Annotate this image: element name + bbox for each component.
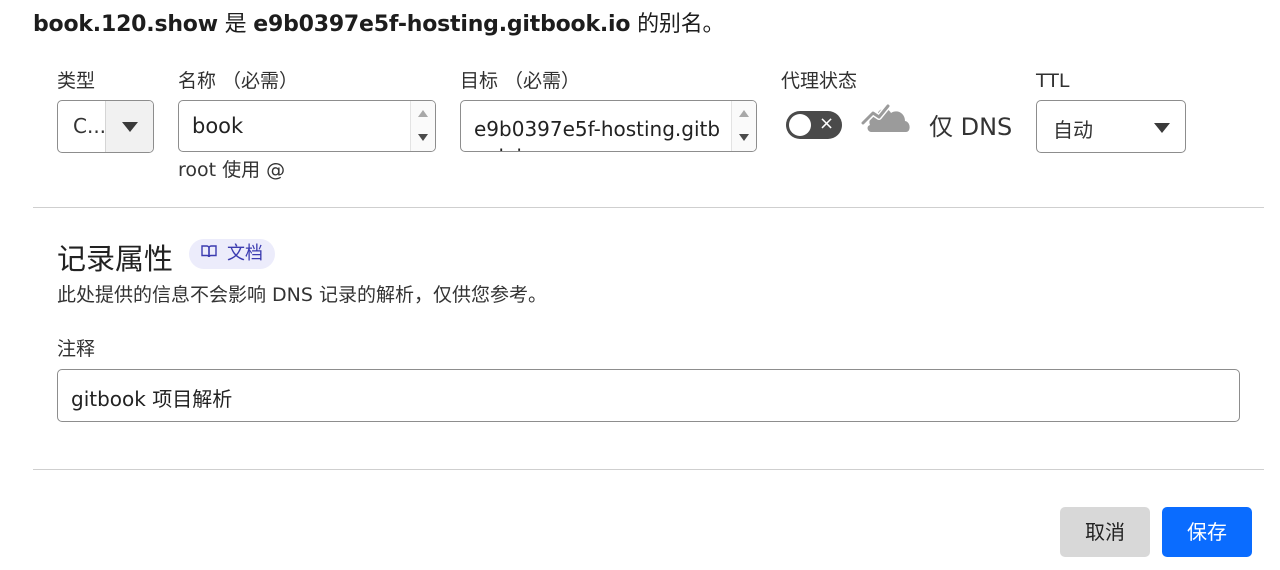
comment-input[interactable]: gitbook 项目解析 — [57, 369, 1240, 422]
name-hint: root 使用 @ — [178, 159, 286, 181]
type-label: 类型 — [57, 70, 96, 92]
target-input[interactable]: e9b0397e5f-hosting.gitbook.io — [460, 100, 757, 152]
summary-connector: 是 — [217, 12, 254, 37]
ttl-label: TTL — [1036, 70, 1070, 92]
section-description: 此处提供的信息不会影响 DNS 记录的解析，仅供您参考。 — [57, 284, 547, 306]
type-select[interactable]: C... — [57, 100, 154, 153]
proxy-status-label: 代理状态 — [781, 70, 858, 92]
section-title: 记录属性 — [57, 242, 174, 276]
summary-suffix: 的别名。 — [630, 12, 725, 37]
chevron-down-icon — [1154, 123, 1170, 133]
proxy-status-text: 仅 DNS — [929, 113, 1013, 141]
proxy-toggle[interactable]: × — [786, 111, 842, 139]
name-value: book — [192, 114, 244, 138]
scroll-down-icon[interactable] — [739, 134, 749, 141]
docs-link[interactable]: 文档 — [189, 239, 275, 269]
comment-value: gitbook 项目解析 — [71, 387, 233, 411]
docs-label: 文档 — [227, 243, 263, 264]
scroll-down-icon[interactable] — [418, 134, 428, 141]
close-icon: × — [819, 113, 835, 134]
save-button[interactable]: 保存 — [1162, 507, 1252, 557]
chevron-down-icon — [122, 122, 138, 132]
dns-record-summary: book.120.show 是 e9b0397e5f-hosting.gitbo… — [33, 8, 725, 42]
target-value: e9b0397e5f-hosting.gitbook.io — [474, 117, 721, 151]
toggle-knob — [789, 114, 811, 136]
ttl-select[interactable]: 自动 — [1036, 100, 1186, 153]
scroll-up-icon[interactable] — [418, 110, 428, 117]
cancel-button[interactable]: 取消 — [1060, 507, 1150, 557]
name-input[interactable]: book — [178, 100, 436, 152]
type-value: C... — [73, 114, 107, 138]
record-name: book.120.show — [33, 12, 218, 37]
comment-label: 注释 — [57, 338, 96, 360]
target-scrollbar[interactable] — [731, 101, 756, 151]
book-icon — [201, 238, 217, 268]
name-scrollbar[interactable] — [410, 101, 435, 151]
target-label: 目标 （必需） — [460, 70, 581, 92]
type-dropdown-button[interactable] — [105, 101, 153, 152]
cloud-icon — [860, 98, 912, 142]
divider — [33, 207, 1264, 208]
name-label: 名称 （必需） — [178, 70, 299, 92]
divider — [33, 469, 1264, 470]
scroll-up-icon[interactable] — [739, 110, 749, 117]
record-target: e9b0397e5f-hosting.gitbook.io — [253, 12, 631, 37]
ttl-value: 自动 — [1053, 118, 1093, 142]
